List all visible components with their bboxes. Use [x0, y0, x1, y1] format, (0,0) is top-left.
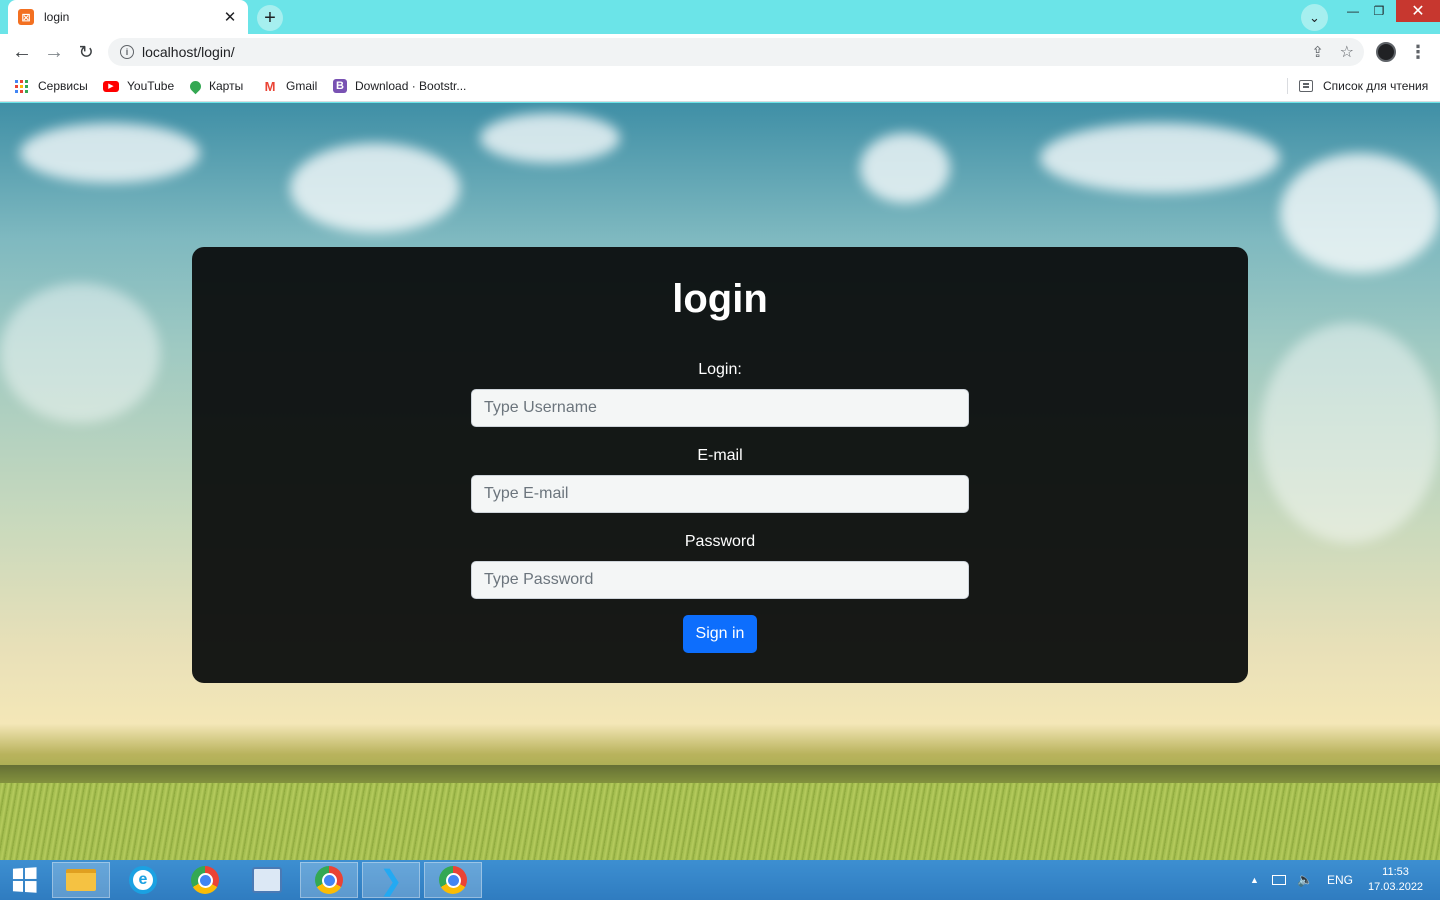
- volume-icon[interactable]: 🔈: [1297, 860, 1313, 900]
- forward-button[interactable]: →: [40, 38, 68, 66]
- tree-line: [0, 765, 1440, 783]
- bookmark-label: Карты: [209, 79, 244, 93]
- cloud-shape: [0, 283, 160, 423]
- password-label: Password: [684, 533, 756, 550]
- bookmark-youtube[interactable]: ▶ YouTube: [103, 77, 174, 95]
- youtube-icon: ▶: [103, 80, 119, 92]
- bookmark-services[interactable]: Сервисы: [15, 77, 88, 95]
- email-label: E-mail: [697, 447, 743, 464]
- taskbar-chrome[interactable]: [176, 862, 234, 898]
- browser-toolbar: ← → ↻ i localhost/login/ ⇪ ☆ ⋮: [0, 34, 1440, 70]
- taskbar-control-panel[interactable]: [238, 862, 296, 898]
- login-label: Login:: [698, 361, 742, 378]
- tab-title: login: [44, 10, 70, 24]
- taskbar-chrome-profile[interactable]: [300, 862, 358, 898]
- language-indicator[interactable]: ENG: [1327, 860, 1353, 900]
- tab-strip: ⊠ login ✕ + ⌄ — ❐ ✕: [0, 0, 1440, 34]
- taskbar-vscode[interactable]: ❯: [362, 862, 420, 898]
- xampp-icon: ⊠: [18, 9, 34, 25]
- vscode-icon: ❯: [379, 864, 403, 896]
- bookmark-label: Сервисы: [38, 79, 88, 93]
- maps-icon: [187, 78, 204, 94]
- close-window-button[interactable]: ✕: [1396, 0, 1440, 22]
- cloud-shape: [860, 133, 950, 203]
- email-input[interactable]: [471, 475, 969, 513]
- cloud-shape: [20, 123, 200, 183]
- internet-explorer-icon: e: [129, 866, 157, 894]
- cloud-shape: [1040, 123, 1280, 193]
- reading-list-label: Список для чтения: [1323, 79, 1429, 93]
- reload-button[interactable]: ↻: [72, 38, 100, 66]
- page-background: login Login: E-mail Password Sign in: [0, 103, 1440, 860]
- network-icon[interactable]: [1272, 860, 1288, 900]
- bookmarks-divider: [1287, 78, 1288, 94]
- clock-time: 11:53: [1382, 866, 1409, 878]
- system-clock[interactable]: 11:53 17.03.2022: [1368, 860, 1423, 900]
- address-bar[interactable]: i localhost/login/ ⇪ ☆: [108, 38, 1364, 66]
- bookmarks-bar: Сервисы ▶ YouTube Карты M Gmail B Downlo…: [0, 70, 1440, 102]
- cloud-shape: [290, 143, 460, 233]
- gmail-icon: M: [264, 78, 276, 94]
- tab-search-button[interactable]: ⌄: [1301, 4, 1328, 31]
- start-icon: [12, 867, 37, 893]
- chrome-icon: [191, 866, 219, 894]
- restore-window-button[interactable]: ❐: [1362, 0, 1396, 22]
- bookmark-maps[interactable]: Карты: [187, 77, 244, 95]
- new-tab-button[interactable]: +: [257, 5, 283, 31]
- windows-taskbar: e ❯ ▲ 🔈 ENG 11:53 17.03.2022: [0, 860, 1440, 900]
- close-tab-icon[interactable]: ✕: [222, 8, 238, 26]
- cloud-shape: [1280, 153, 1440, 273]
- url-text[interactable]: localhost/login/: [142, 44, 235, 60]
- password-input[interactable]: [471, 561, 969, 599]
- profile-avatar-icon[interactable]: [1376, 42, 1396, 62]
- bookmark-label: Gmail: [286, 79, 318, 93]
- browser-menu-icon[interactable]: ⋮: [1409, 41, 1427, 63]
- chrome-active-icon: [439, 866, 467, 894]
- site-info-icon[interactable]: i: [120, 45, 134, 59]
- clock-date: 17.03.2022: [1368, 881, 1424, 893]
- sign-in-button[interactable]: Sign in: [683, 615, 757, 653]
- login-card: login Login: E-mail Password Sign in: [192, 247, 1248, 683]
- apps-grid-icon: [15, 79, 28, 93]
- cloud-shape: [480, 113, 620, 163]
- cloud-shape: [1260, 323, 1440, 543]
- bookmark-label: YouTube: [127, 79, 175, 93]
- username-input[interactable]: [471, 389, 969, 427]
- bookmark-label: Download · Bootstr...: [355, 79, 467, 93]
- taskbar-internet-explorer[interactable]: e: [114, 862, 172, 898]
- reading-list-icon: [1299, 80, 1313, 92]
- share-icon[interactable]: ⇪: [1311, 43, 1324, 61]
- bookmark-bootstrap[interactable]: B Download · Bootstr...: [333, 77, 466, 95]
- reading-list-button[interactable]: Список для чтения: [1299, 77, 1428, 95]
- bookmark-gmail[interactable]: M Gmail: [262, 77, 318, 95]
- file-explorer-icon: [66, 869, 96, 891]
- page-title: login: [672, 277, 768, 321]
- control-panel-icon: [252, 867, 282, 893]
- show-hidden-icons-button[interactable]: ▲: [1250, 860, 1259, 900]
- taskbar-chrome-active[interactable]: [424, 862, 482, 898]
- browser-tab[interactable]: ⊠ login ✕: [8, 0, 248, 34]
- taskbar-file-explorer[interactable]: [52, 862, 110, 898]
- start-button[interactable]: [0, 862, 48, 898]
- wheat-field: [0, 783, 1440, 860]
- bookmark-star-icon[interactable]: ☆: [1340, 42, 1354, 62]
- bootstrap-icon: B: [333, 79, 347, 93]
- chrome-profile-icon: [315, 866, 343, 894]
- back-button[interactable]: ←: [8, 38, 36, 66]
